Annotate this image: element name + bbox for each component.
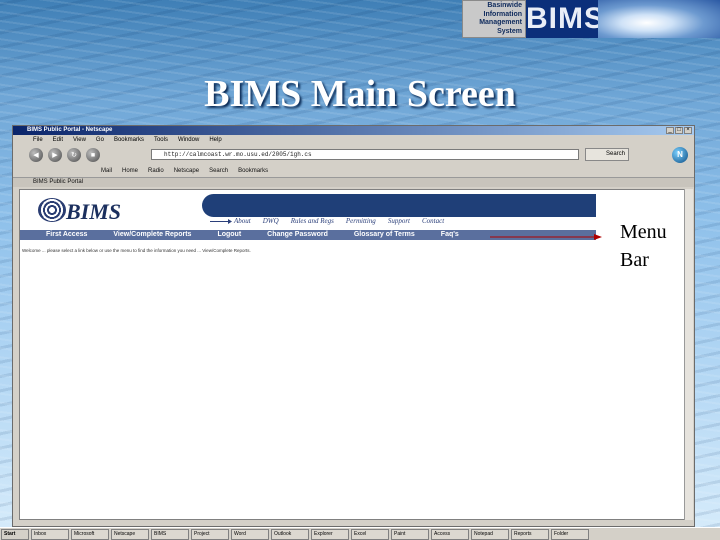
taskbar-item[interactable]: Notepad — [471, 528, 509, 540]
taskbar-item[interactable]: Microsoft — [71, 528, 109, 540]
search-button[interactable]: Search — [585, 148, 629, 161]
logo-acronym: BIMS — [526, 0, 604, 38]
menu-bar-callout: Menu Bar — [620, 218, 667, 274]
site-menu-bar: About DWQ Rules and Regs Permitting Supp… — [202, 216, 596, 227]
welcome-text: Welcome ... please select a link below o… — [22, 248, 251, 253]
menu-help[interactable]: Help — [209, 135, 221, 145]
nav-faqs[interactable]: Faq's — [441, 230, 459, 240]
taskbar-item[interactable]: Paint — [391, 528, 429, 540]
taskbar-item[interactable]: Word — [231, 528, 269, 540]
stop-icon[interactable]: ■ — [86, 148, 100, 162]
reload-icon[interactable]: ↻ — [67, 148, 81, 162]
toolbar-radio[interactable]: Radio — [148, 165, 164, 177]
start-button[interactable]: Start — [1, 528, 29, 540]
menu-file[interactable]: File — [33, 135, 43, 145]
vertical-scrollbar[interactable] — [684, 189, 693, 520]
menu-link-support[interactable]: Support — [388, 216, 410, 227]
taskbar-item[interactable]: Reports — [511, 528, 549, 540]
menu-link-permitting[interactable]: Permitting — [346, 216, 376, 227]
minimize-button[interactable]: _ — [666, 127, 674, 134]
logo-line: Information — [483, 10, 523, 18]
browser-menubar: File Edit View Go Bookmarks Tools Window… — [13, 135, 694, 145]
menu-link-contact[interactable]: Contact — [422, 216, 444, 227]
logo-line: Basinwide — [487, 2, 522, 9]
url-input[interactable]: http://calmcoast.wr.mo.usu.ed/2005/1gh.c… — [151, 149, 579, 160]
nav-glossary[interactable]: Glossary of Terms — [354, 230, 415, 240]
nav-logout[interactable]: Logout — [217, 230, 241, 240]
taskbar-item[interactable]: Folder — [551, 528, 589, 540]
logo-wave-image — [598, 0, 720, 38]
logo-line: Management — [479, 19, 522, 27]
close-button[interactable]: × — [684, 127, 692, 134]
site-logo[interactable]: BIMS — [42, 197, 172, 227]
toolbar-search[interactable]: Search — [209, 165, 228, 177]
window-controls: _ □ × — [666, 127, 692, 134]
taskbar-item[interactable]: Explorer — [311, 528, 349, 540]
browser-title: BIMS Public Portal - Netscape — [27, 127, 113, 133]
header-band — [202, 194, 596, 217]
browser-window: BIMS Public Portal - Netscape _ □ × File… — [12, 125, 695, 527]
windows-taskbar: Start Inbox Microsoft Netscape BIMS Proj… — [0, 527, 720, 540]
taskbar-item[interactable]: Netscape — [111, 528, 149, 540]
nav-change-password[interactable]: Change Password — [267, 230, 328, 240]
menu-tools[interactable]: Tools — [154, 135, 168, 145]
taskbar-item[interactable]: Outlook — [271, 528, 309, 540]
menu-window[interactable]: Window — [178, 135, 199, 145]
nav-view-reports[interactable]: View/Complete Reports — [113, 230, 191, 240]
callout-line-2: Bar — [620, 249, 649, 271]
taskbar-item[interactable]: Access — [431, 528, 469, 540]
menu-go[interactable]: Go — [96, 135, 104, 145]
menu-link-rules[interactable]: Rules and Regs — [291, 216, 334, 227]
menu-view[interactable]: View — [73, 135, 86, 145]
personal-toolbar: Mail Home Radio Netscape Search Bookmark… — [13, 165, 694, 177]
browser-titlebar: BIMS Public Portal - Netscape _ □ × — [13, 126, 694, 135]
netscape-logo-icon: N — [672, 147, 688, 163]
taskbar-item[interactable]: Project — [191, 528, 229, 540]
callout-line-1: Menu — [620, 221, 667, 243]
toolbar-home[interactable]: Home — [122, 165, 138, 177]
toolbar-bookmarks[interactable]: Bookmarks — [238, 165, 268, 177]
browser-tab[interactable]: BIMS Public Portal — [13, 177, 694, 187]
logo-words: Basinwide Information Management System — [462, 0, 526, 38]
browser-navbar: ◀ ▶ ↻ ■ http://calmcoast.wr.mo.usu.ed/20… — [13, 145, 694, 165]
bims-logo: Basinwide Information Management System … — [462, 0, 720, 38]
taskbar-item[interactable]: Inbox — [31, 528, 69, 540]
menu-link-dwq[interactable]: DWQ — [263, 216, 279, 227]
menu-link-about[interactable]: About — [234, 216, 251, 227]
slide-title: BIMS Main Screen — [204, 73, 516, 115]
taskbar-item[interactable]: Excel — [351, 528, 389, 540]
callout-arrow — [490, 234, 602, 240]
toolbar-mail[interactable]: Mail — [101, 165, 112, 177]
menu-bookmarks[interactable]: Bookmarks — [114, 135, 144, 145]
back-icon[interactable]: ◀ — [29, 148, 43, 162]
maximize-button[interactable]: □ — [675, 127, 683, 134]
taskbar-item[interactable]: BIMS — [151, 528, 189, 540]
menu-edit[interactable]: Edit — [53, 135, 63, 145]
toolbar-netscape[interactable]: Netscape — [174, 165, 199, 177]
nav-first-access[interactable]: First Access — [46, 230, 87, 240]
forward-icon[interactable]: ▶ — [48, 148, 62, 162]
logo-line: System — [497, 27, 522, 35]
